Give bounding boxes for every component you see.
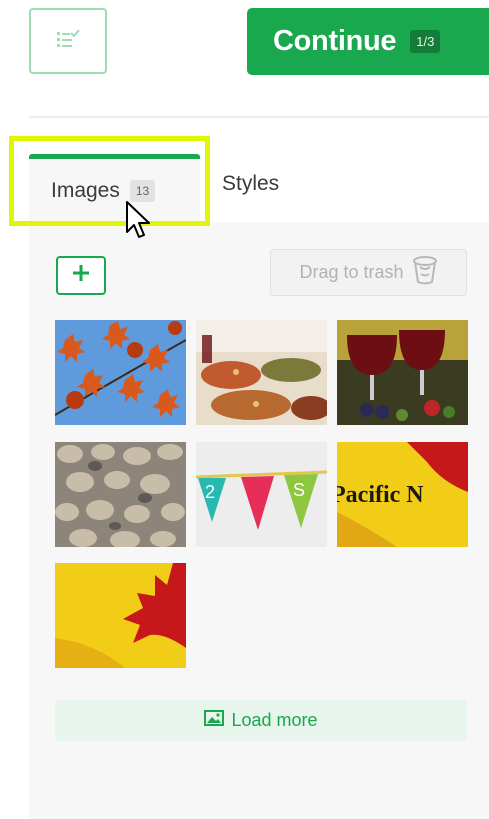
tab-styles[interactable]: Styles [222,172,279,196]
thumbnail-wine-glasses[interactable] [337,320,468,425]
trash-icon [412,255,438,290]
load-more-label: Load more [231,710,318,730]
plus-icon [72,264,90,287]
mouse-cursor-icon [126,201,150,238]
thumbnail-bunting-flags[interactable]: 2 S [196,442,327,547]
checklist-icon [54,28,82,55]
trash-label: Drag to trash [299,262,404,282]
add-image-button[interactable] [56,256,106,295]
continue-button[interactable]: Continue 1/3 [247,8,489,75]
thumbnail-red-yellow-leaf[interactable] [55,563,186,668]
bunting-text-s: S [293,480,306,500]
thumbnail-autumn-leaves[interactable] [55,320,186,425]
step-badge: 1/3 [410,30,441,53]
thumbnail-pebbles[interactable] [55,442,186,547]
bunting-text-2: 2 [205,482,216,502]
checklist-button[interactable] [29,8,107,74]
drag-to-trash-zone[interactable]: Drag to trash [270,249,467,296]
tab-images-label: Images [51,178,120,202]
image-icon [204,710,225,731]
continue-label: Continue [273,25,397,57]
thumbnail-food-platters[interactable] [196,320,327,425]
images-count-badge: 13 [129,179,156,202]
load-more-button[interactable]: Load more [55,700,467,741]
header-divider [29,116,489,118]
thumbnail-pacific-nw[interactable]: Pacific N [337,442,468,547]
pacific-nw-text: Pacific N [337,482,424,508]
tab-images[interactable]: Images 13 [29,154,200,222]
